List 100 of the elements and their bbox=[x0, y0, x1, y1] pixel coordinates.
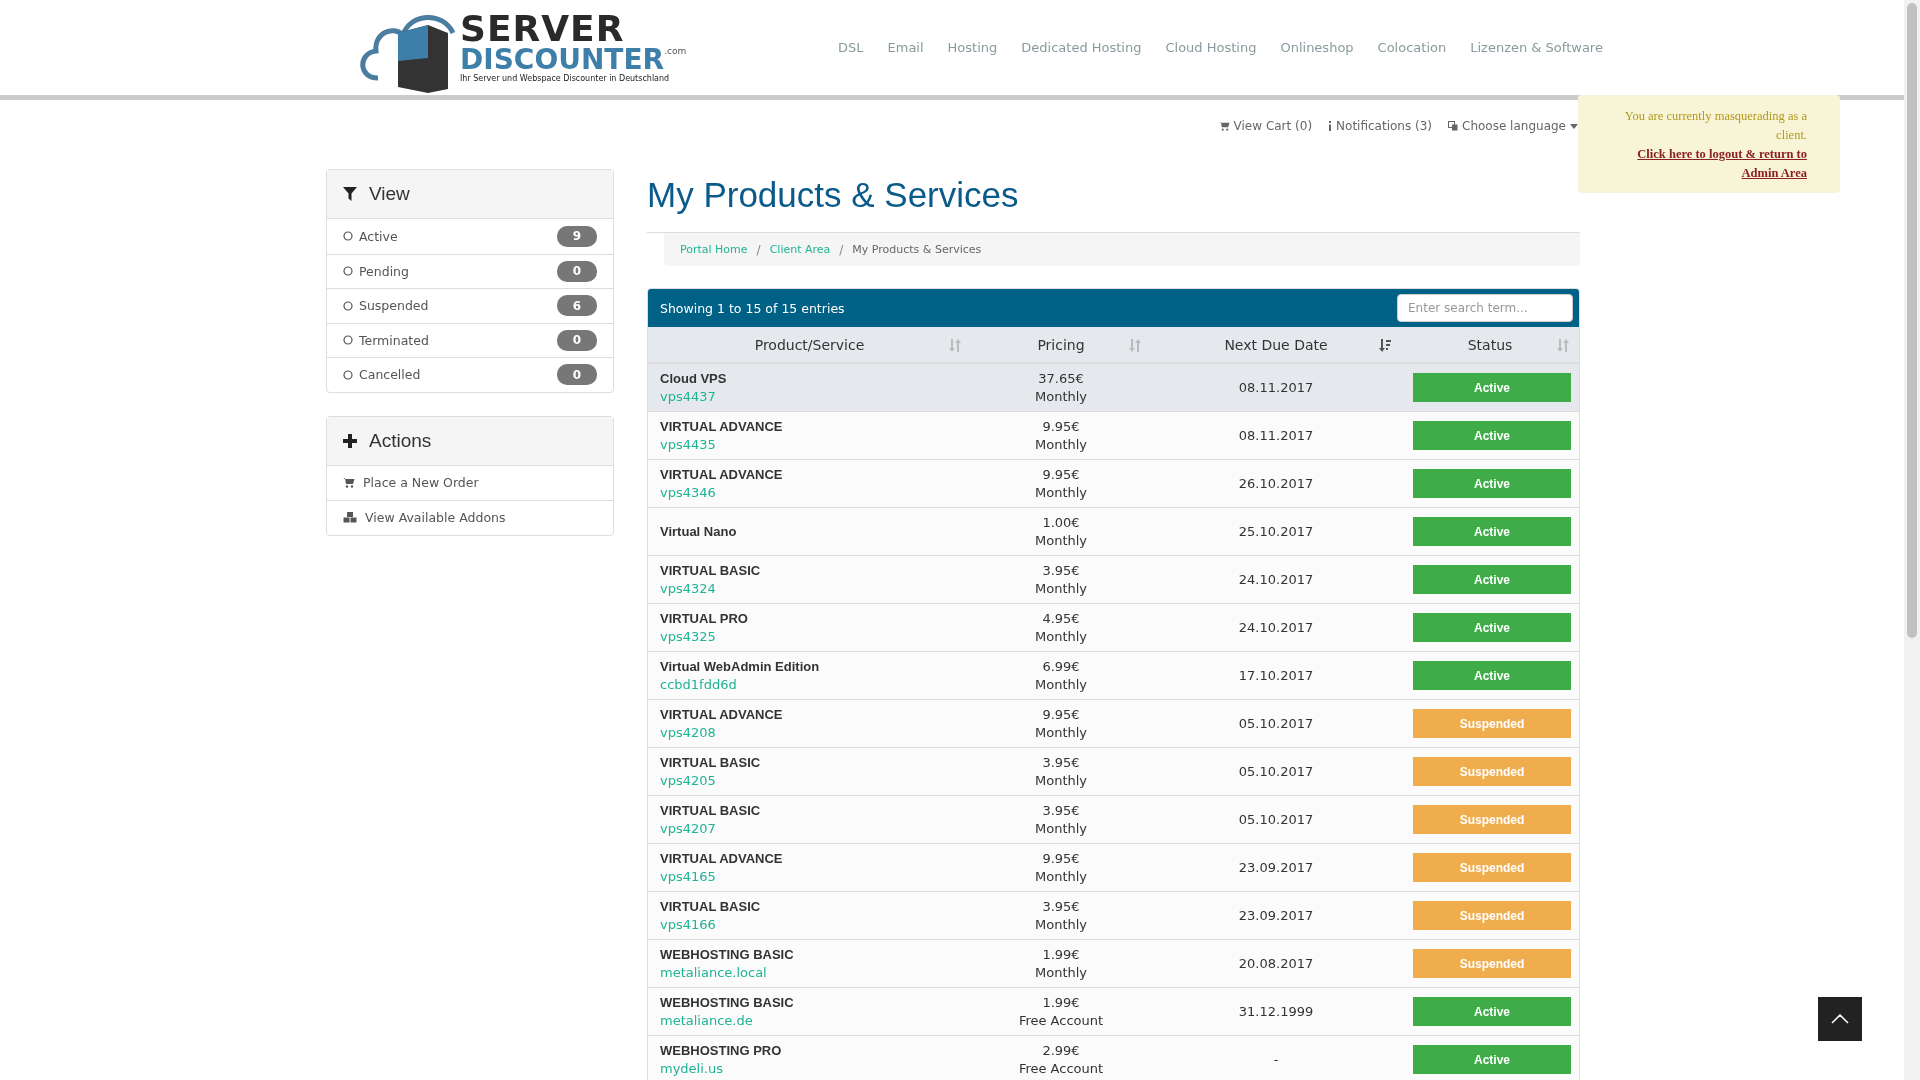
due-date-text: 17.10.2017 bbox=[1238, 666, 1314, 685]
status-label: Suspended bbox=[1413, 805, 1571, 834]
billing-cycle-text: Monthly bbox=[1034, 963, 1088, 982]
price-text: 1.99€ bbox=[1042, 993, 1080, 1012]
table-row[interactable]: VIRTUAL BASIC vps4205 3.95€ Monthly 05.10.2017 Suspended bbox=[648, 748, 1579, 796]
billing-cycle-text: Monthly bbox=[1034, 579, 1088, 598]
filter-item[interactable]: Active 9 bbox=[327, 219, 613, 254]
billing-cycle-text: Monthly bbox=[1034, 867, 1088, 886]
billing-cycle-text: Monthly bbox=[1034, 483, 1088, 502]
due-date-text: 20.08.2017 bbox=[1238, 954, 1314, 973]
billing-cycle-text: Monthly bbox=[1034, 387, 1088, 406]
search-field[interactable]: Enter search term... bbox=[1397, 294, 1573, 322]
price-text: 9.95€ bbox=[1042, 849, 1080, 868]
notifications-link[interactable]: Notifications (3) bbox=[1328, 119, 1432, 133]
status-label: Active bbox=[1413, 421, 1571, 450]
back-to-top-button[interactable] bbox=[1818, 997, 1862, 1041]
table-row[interactable]: VIRTUAL ADVANCE vps4346 9.95€ Monthly 26.10.2017 Active bbox=[648, 460, 1579, 508]
logo-text: DISCOUNTER bbox=[460, 46, 665, 74]
status-label: Active bbox=[1413, 997, 1571, 1026]
logo-text: SERVER bbox=[460, 12, 625, 46]
product-name: VIRTUAL BASIC bbox=[660, 899, 762, 914]
circle-icon bbox=[343, 300, 353, 311]
status-label: Suspended bbox=[1413, 901, 1571, 930]
table-row[interactable]: VIRTUAL BASIC vps4207 3.95€ Monthly 05.10.2017 Suspended bbox=[648, 796, 1579, 844]
caret-icon bbox=[1570, 123, 1578, 129]
table-row[interactable]: WEBHOSTING BASIC metaliance.local 1.99€ Monthly 20.08.2017 Suspended bbox=[648, 940, 1579, 988]
table-row[interactable]: VIRTUAL ADVANCE vps4208 9.95€ Monthly 05.10.2017 Suspended bbox=[648, 700, 1579, 748]
count-badge: 0 bbox=[557, 260, 597, 282]
product-name: Virtual WebAdmin Edition bbox=[660, 659, 821, 674]
status-label: Active bbox=[1413, 373, 1571, 402]
filter-icon bbox=[343, 187, 357, 201]
status-label: Active bbox=[1413, 613, 1571, 642]
billing-cycle-text: Monthly bbox=[1034, 771, 1088, 790]
table-row[interactable]: VIRTUAL BASIC vps4324 3.95€ Monthly 24.10.2017 Active bbox=[648, 556, 1579, 604]
due-date-text: 31.12.1999 bbox=[1238, 1002, 1314, 1021]
due-date-text: 23.09.2017 bbox=[1238, 906, 1314, 925]
language-icon bbox=[1448, 121, 1458, 131]
table-row[interactable]: Virtual Nano 1.00€ Monthly 25.10.2017 Active bbox=[648, 508, 1579, 556]
column-header[interactable]: Status bbox=[1401, 327, 1579, 362]
circle-icon bbox=[343, 231, 353, 242]
due-date-text: - bbox=[1273, 1050, 1279, 1069]
logout-link[interactable]: Click here to logout & return to Admin Area bbox=[1618, 145, 1807, 183]
count-badge: 0 bbox=[557, 329, 597, 351]
table-row[interactable]: Virtual WebAdmin Edition ccbd1fdd6d 6.99€ Monthly 17.10.2017 Active bbox=[648, 652, 1579, 700]
column-header[interactable]: Product/Service bbox=[648, 327, 971, 362]
status-label: Active bbox=[1413, 517, 1571, 546]
product-name: VIRTUAL PRO bbox=[660, 611, 749, 626]
action-item[interactable]: Place a New Order bbox=[327, 465, 613, 500]
price-text: 4.95€ bbox=[1042, 609, 1080, 628]
language-dropdown[interactable]: Choose language bbox=[1448, 119, 1578, 133]
due-date-text: 24.10.2017 bbox=[1238, 618, 1314, 637]
table-row[interactable]: WEBHOSTING BASIC metaliance.de 1.99€ Free Account 31.12.1999 Active bbox=[648, 988, 1579, 1036]
logo-suffix: .com bbox=[664, 46, 687, 56]
product-name: VIRTUAL BASIC bbox=[660, 803, 762, 818]
filter-item[interactable]: Suspended 6 bbox=[327, 288, 613, 323]
status-label: Active bbox=[1413, 661, 1571, 690]
product-name: VIRTUAL BASIC bbox=[660, 755, 762, 770]
product-name: VIRTUAL BASIC bbox=[660, 563, 762, 578]
due-date-text: 24.10.2017 bbox=[1238, 570, 1314, 589]
table-row[interactable]: VIRTUAL ADVANCE vps4165 9.95€ Monthly 23.09.2017 Suspended bbox=[648, 844, 1579, 892]
column-header[interactable]: Pricing bbox=[971, 327, 1151, 362]
due-date-text: 08.11.2017 bbox=[1238, 378, 1314, 397]
table-row[interactable]: VIRTUAL BASIC vps4166 3.95€ Monthly 23.09.2017 Suspended bbox=[648, 892, 1579, 940]
price-text: 9.95€ bbox=[1042, 417, 1080, 436]
billing-cycle-text: Monthly bbox=[1034, 435, 1088, 454]
product-name: WEBHOSTING PRO bbox=[660, 1043, 783, 1058]
product-name: VIRTUAL ADVANCE bbox=[660, 851, 784, 866]
billing-cycle-text: Free Account bbox=[1018, 1011, 1104, 1030]
scrollbar-thumb[interactable] bbox=[1907, 3, 1917, 638]
price-text: 2.99€ bbox=[1042, 1041, 1080, 1060]
filter-item[interactable]: Cancelled 0 bbox=[327, 357, 613, 392]
scrollbar[interactable] bbox=[1904, 0, 1920, 1080]
product-name: WEBHOSTING BASIC bbox=[660, 995, 795, 1010]
action-item[interactable]: View Available Addons bbox=[327, 500, 613, 535]
price-text: 3.95€ bbox=[1042, 897, 1080, 916]
filter-item[interactable]: Terminated 0 bbox=[327, 322, 613, 357]
due-date-text: 05.10.2017 bbox=[1238, 810, 1314, 829]
circle-icon bbox=[343, 335, 353, 346]
cart-icon bbox=[1218, 121, 1230, 131]
billing-cycle-text: Monthly bbox=[1034, 819, 1088, 838]
filter-item[interactable]: Pending 0 bbox=[327, 253, 613, 288]
status-label: Suspended bbox=[1413, 757, 1571, 786]
status-label: Suspended bbox=[1413, 853, 1571, 882]
column-header[interactable]: Next Due Date bbox=[1151, 327, 1401, 362]
product-name: VIRTUAL ADVANCE bbox=[660, 419, 784, 434]
due-date-text: 23.09.2017 bbox=[1238, 858, 1314, 877]
due-date-text: 08.11.2017 bbox=[1238, 426, 1314, 445]
view-cart-link[interactable]: View Cart (0) bbox=[1218, 119, 1313, 133]
breadcrumb-separator: / bbox=[756, 242, 761, 257]
table-row[interactable]: WEBHOSTING PRO mydeli.us 2.99€ Free Account - Active bbox=[648, 1036, 1579, 1080]
table-row[interactable]: VIRTUAL PRO vps4325 4.95€ Monthly 24.10.2017 Active bbox=[648, 604, 1579, 652]
cubes-icon bbox=[343, 512, 357, 524]
panel-title: Actions bbox=[369, 429, 432, 452]
table-row[interactable]: Cloud VPS vps4437 37.65€ Monthly 08.11.2017 Active bbox=[648, 364, 1579, 412]
chevron-up-icon bbox=[1831, 1014, 1849, 1024]
status-label: Suspended bbox=[1413, 949, 1571, 978]
billing-cycle-text: Monthly bbox=[1034, 675, 1088, 694]
price-text: 1.00€ bbox=[1042, 513, 1080, 532]
status-label: Active bbox=[1413, 565, 1571, 594]
table-row[interactable]: VIRTUAL ADVANCE vps4435 9.95€ Monthly 08.11.2017 Active bbox=[648, 412, 1579, 460]
